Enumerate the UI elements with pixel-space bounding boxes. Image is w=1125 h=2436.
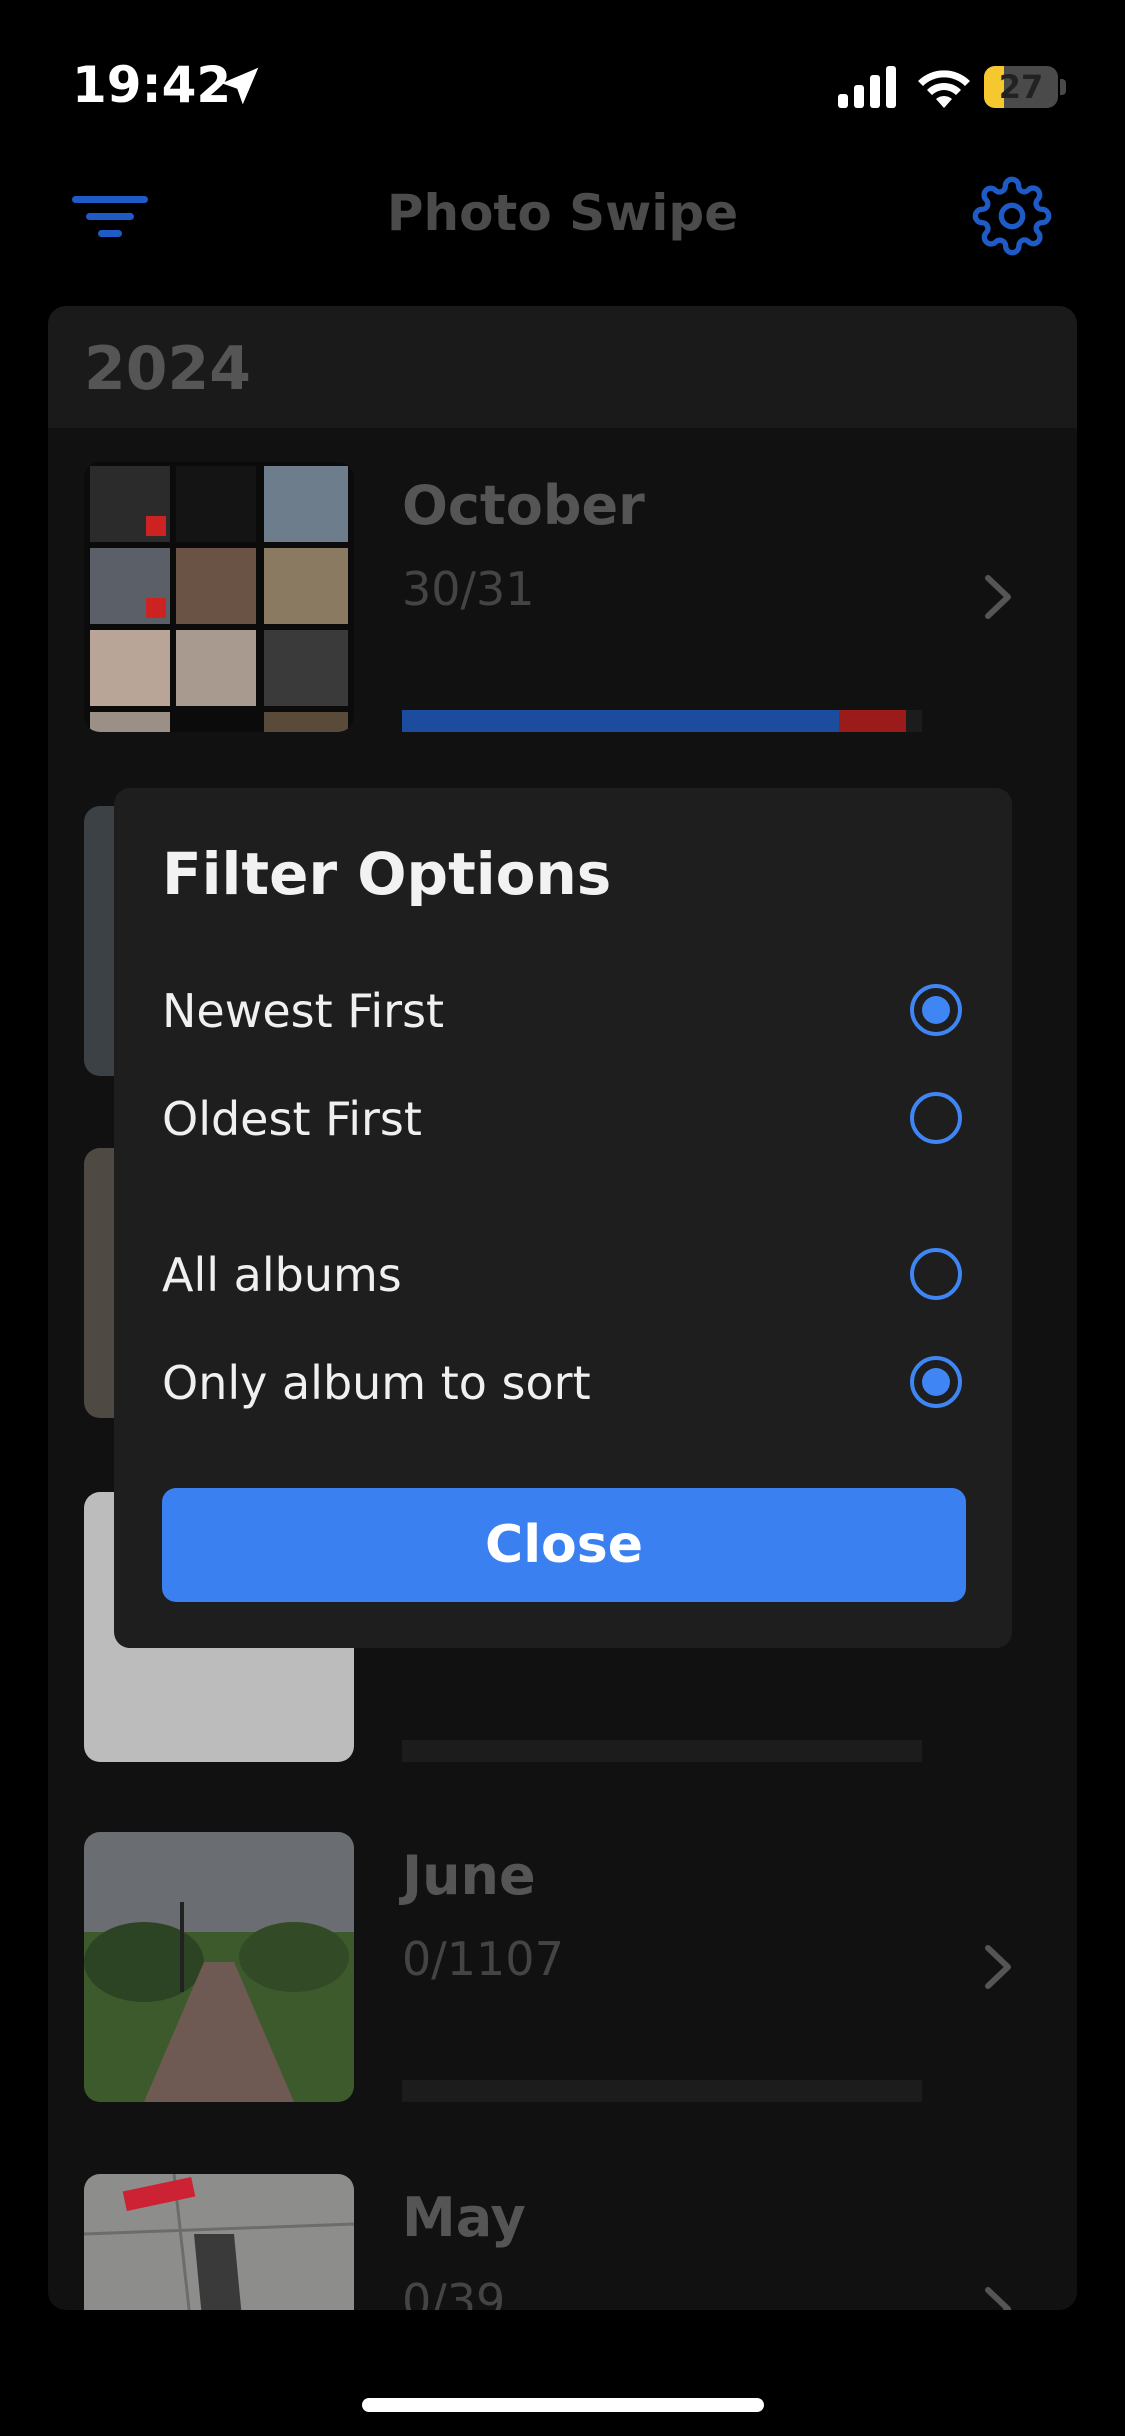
radio-button[interactable] <box>910 1092 962 1144</box>
cellular-signal-icon <box>838 66 896 108</box>
option-label: Oldest First <box>162 1092 422 1146</box>
radio-dot <box>922 1368 950 1396</box>
option-label: Newest First <box>162 984 445 1038</box>
radio-button[interactable] <box>910 1356 962 1408</box>
page-title: Photo Swipe <box>386 184 739 242</box>
album-count: 0/39 <box>402 2274 506 2310</box>
album-progress <box>402 710 922 732</box>
option-label: All albums <box>162 1248 402 1302</box>
chevron-right-icon <box>985 2287 1011 2310</box>
status-bar: 19:42 27 <box>0 0 1125 150</box>
chevron-right-icon <box>985 1945 1011 1989</box>
progress-deleted <box>838 710 907 732</box>
filter-options-dialog: Filter Options Newest First Oldest First… <box>114 788 1012 1648</box>
album-count: 0/1107 <box>402 1932 564 1986</box>
gear-icon[interactable] <box>972 176 1052 256</box>
photo-grid-thumbnail <box>84 462 354 732</box>
album-count: 30/31 <box>402 562 535 616</box>
location-arrow-icon <box>221 67 259 105</box>
option-only-album-to-sort[interactable]: Only album to sort <box>162 1338 962 1428</box>
album-name: October <box>402 474 645 537</box>
battery-body: 27 <box>984 66 1058 108</box>
photo-grid-image <box>84 462 354 732</box>
garden-path-photo <box>84 1832 354 2102</box>
album-row-may[interactable]: May 0/39 <box>48 2174 1077 2310</box>
radio-dot <box>922 996 950 1024</box>
album-progress <box>402 1740 922 1762</box>
dialog-title: Filter Options <box>162 840 612 908</box>
progress-kept <box>402 710 839 732</box>
garden-path-image <box>84 1832 354 2102</box>
app-header: Photo Swipe <box>0 160 1125 270</box>
option-newest-first[interactable]: Newest First <box>162 966 962 1056</box>
battery-level: 27 <box>998 68 1044 106</box>
battery-cap <box>1060 79 1066 95</box>
radio-button[interactable] <box>910 1248 962 1300</box>
chevron-right-icon <box>985 575 1011 619</box>
album-row-june[interactable]: June 0/1107 <box>48 1832 1077 2132</box>
pavement-tiles-image <box>84 2174 354 2310</box>
album-name: June <box>402 1844 536 1907</box>
home-indicator[interactable] <box>362 2398 764 2412</box>
option-oldest-first[interactable]: Oldest First <box>162 1074 962 1164</box>
year-label: 2024 <box>84 334 251 404</box>
option-all-albums[interactable]: All albums <box>162 1230 962 1320</box>
album-name: May <box>402 2186 526 2249</box>
radio-button[interactable] <box>910 984 962 1036</box>
close-button[interactable]: Close <box>162 1488 966 1602</box>
pavement-tiles-photo <box>84 2174 354 2310</box>
option-label: Only album to sort <box>162 1356 591 1410</box>
battery-icon: 27 <box>984 66 1066 108</box>
album-row-october[interactable]: October 30/31 <box>48 462 1077 762</box>
album-progress <box>402 2080 922 2102</box>
status-time: 19:42 <box>72 56 232 114</box>
year-header: 2024 <box>48 306 1077 428</box>
wifi-icon <box>918 70 970 108</box>
